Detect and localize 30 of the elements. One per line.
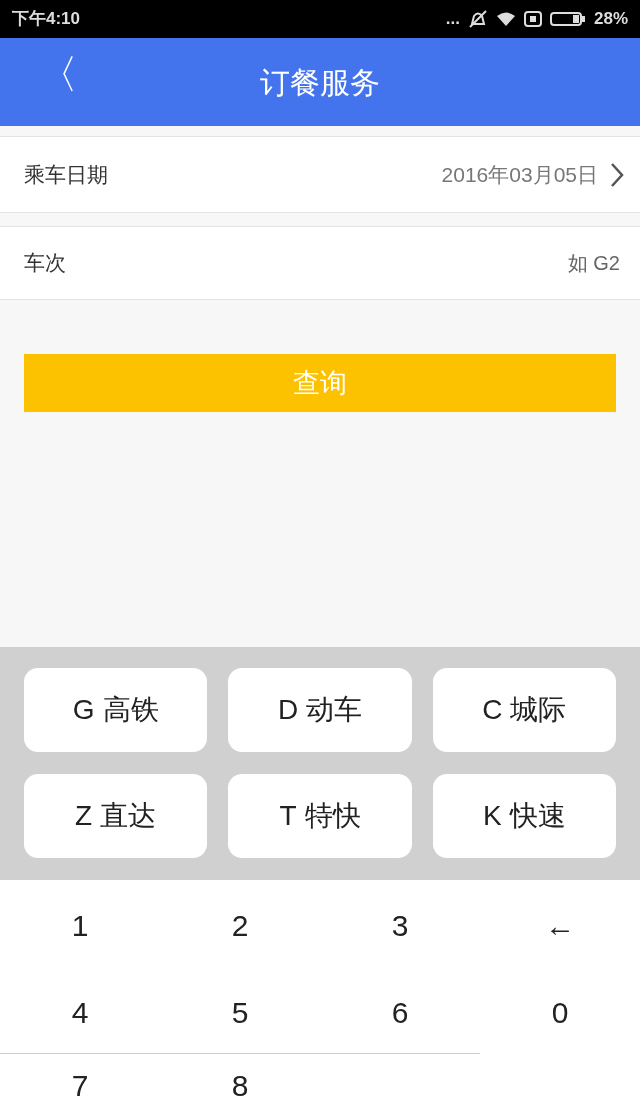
number-key[interactable]: 2	[160, 880, 320, 971]
train-type-key[interactable]: K 快速	[432, 774, 616, 858]
train-type-key[interactable]: C 城际	[432, 668, 616, 752]
train-type-key[interactable]: T 特快	[228, 774, 412, 858]
back-button[interactable]: 〈	[38, 54, 78, 94]
chevron-right-icon	[610, 161, 624, 188]
sim-icon	[523, 11, 542, 27]
battery-level: 28%	[593, 8, 628, 31]
wifi-icon	[495, 11, 516, 27]
number-key[interactable]: 5	[160, 971, 320, 1054]
number-key[interactable]: 8	[160, 1054, 320, 1116]
number-key[interactable]: 6	[320, 971, 480, 1054]
page-title: 订餐服务	[260, 64, 380, 101]
status-time: 下午4:10	[12, 8, 81, 31]
number-key[interactable]: 7	[0, 1054, 160, 1116]
status-dots: ...	[445, 8, 460, 31]
muted-bell-icon	[467, 10, 488, 28]
date-row[interactable]: 乘车日期 2016年03月05日	[0, 136, 640, 213]
number-key[interactable]: 0	[480, 971, 640, 1054]
number-key[interactable]: 4	[0, 971, 160, 1054]
train-type-key[interactable]: D 动车	[228, 668, 412, 752]
number-key[interactable]: ←	[480, 880, 640, 971]
train-type-key[interactable]: Z 直达	[24, 774, 208, 858]
date-label: 乘车日期	[24, 161, 108, 188]
number-key[interactable]: 3	[320, 880, 480, 971]
train-type-key[interactable]: G 高铁	[24, 668, 208, 752]
train-label: 车次	[24, 250, 66, 277]
number-key[interactable]: 1	[0, 880, 160, 971]
date-value: 2016年03月05日	[441, 161, 598, 188]
battery-icon	[549, 11, 586, 27]
